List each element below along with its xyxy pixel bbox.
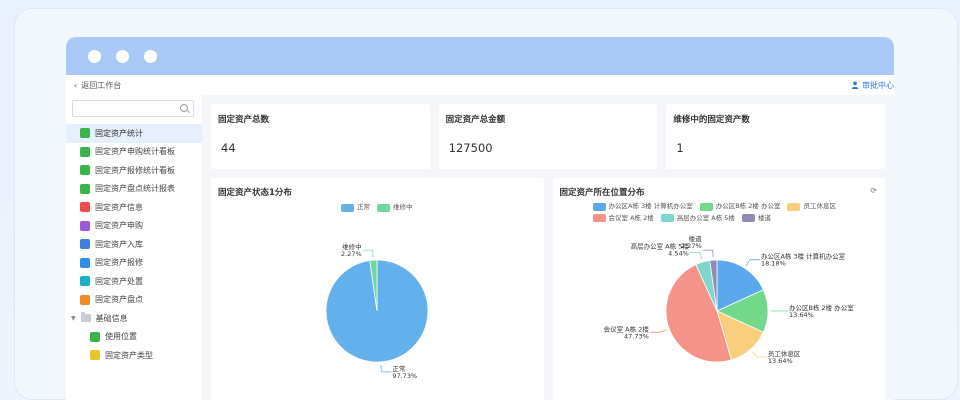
sidebar: 固定资产统计 固定资产申购统计看板 固定资产报修统计看板 固定资产盘点统计报表 固定资产… xyxy=(66,95,202,400)
sidebar-item-label: 固定资产报修 xyxy=(95,258,143,268)
label-leader-line xyxy=(362,249,374,258)
approval-center-label: 审批中心 xyxy=(862,80,894,90)
back-to-workbench-link[interactable]: ‹ 返回工作台 xyxy=(74,80,121,91)
sidebar-item-label: 固定资产盘点统计报表 xyxy=(95,184,175,194)
slice-label-value: 2.27% xyxy=(680,242,701,250)
sidebar-item-label: 固定资产盘点 xyxy=(95,295,143,305)
main-content: 固定资产总数 44 固定资产总金额 127500 维修中的固定资产数 1 固定资… xyxy=(202,95,894,400)
app-window: ‹ 返回工作台 审批中心 固定资产统计 固定资产申购统计看板 固定资产报修统计看板固… xyxy=(66,37,894,400)
slice-label-value: 18.18% xyxy=(760,260,785,268)
menu-item-icon xyxy=(90,350,100,361)
chart-title: 固定资产所在位置分布 xyxy=(559,188,645,198)
label-leader-line xyxy=(745,259,760,266)
label-leader-line xyxy=(380,364,392,373)
sidebar-subitem[interactable]: 使用位置 xyxy=(66,328,202,347)
sidebar-item[interactable]: 固定资产处置 xyxy=(66,272,202,291)
location-pie-chart: 办公区A栋 3楼 计算机办公室18.18%办公区B栋 2楼 办公室13.64%员… xyxy=(603,234,854,365)
menu-item-icon xyxy=(80,239,90,250)
sidebar-menu: 固定资产统计固定资产申购统计看板 固定资产报修统计看板 固定资产盘点统计报表 固定资产… xyxy=(66,124,202,309)
sidebar-item-label: 固定资产统计 xyxy=(95,128,143,138)
location-chart-card: 固定资产所在位置分布 ⟳ 办公区A栋 3楼 计算机办公室 办公区B栋 2楼 办公室… xyxy=(552,178,885,400)
sidebar-item-label: 固定资产申购统计看板 xyxy=(95,147,175,157)
stat-title: 固定资产总数 xyxy=(218,115,270,125)
sidebar-item-label: 固定资产类型 xyxy=(105,350,153,360)
sidebar-item-label: 固定资产申购 xyxy=(95,221,143,231)
stats-row: 固定资产总数 44 固定资产总金额 127500 维修中的固定资产数 1 xyxy=(211,104,886,169)
caret-down-icon: ▼ xyxy=(71,314,76,322)
slice-label-value: 13.64% xyxy=(789,311,814,319)
sidebar-item-label: 固定资产处置 xyxy=(95,276,143,286)
stat-value: 127500 xyxy=(448,141,493,155)
sidebar-subitem[interactable]: 固定资产类型 xyxy=(66,346,202,365)
stat-title: 维修中的固定资产数 xyxy=(673,115,750,125)
sidebar-search-input[interactable] xyxy=(72,100,194,117)
top-nav: ‹ 返回工作台 审批中心 xyxy=(66,75,894,95)
window-titlebar xyxy=(66,37,894,75)
menu-item-icon xyxy=(80,128,90,139)
search-icon xyxy=(180,104,188,112)
back-label: 返回工作台 xyxy=(81,80,122,90)
sidebar-item[interactable]: 固定资产入库 xyxy=(66,235,202,254)
sidebar-item[interactable]: 固定资产信息 xyxy=(66,198,202,217)
folder-label: 基础信息 xyxy=(95,313,128,323)
menu-item-icon xyxy=(80,146,90,157)
stat-title: 固定资产总金额 xyxy=(445,115,506,125)
slice-label-value: 2.27% xyxy=(341,250,362,258)
sidebar-submenu: 使用位置固定资产类型 xyxy=(66,328,202,365)
status-pie-chart: 正常97.73%维修中2.27% xyxy=(325,242,429,380)
chevron-left-icon: ‹ xyxy=(74,80,78,90)
charts-row: 固定资产状态1分布 正常 维修中 正常 97.73% 维修中 2.27% 固定资产所在位… xyxy=(211,178,885,400)
sidebar-item[interactable]: 固定资产报修 xyxy=(66,254,202,273)
label-leader-line xyxy=(689,252,702,260)
menu-item-icon xyxy=(80,165,90,176)
window-dot xyxy=(88,49,101,63)
menu-item-icon xyxy=(80,183,90,194)
menu-item-icon xyxy=(80,257,90,268)
sidebar-folder-basic-info[interactable]: ▼ 基础信息 xyxy=(66,309,202,328)
label-leader-line xyxy=(751,351,767,358)
slice-label-value: 47.73% xyxy=(624,332,649,340)
sidebar-item-label: 固定资产入库 xyxy=(95,239,143,249)
refresh-icon[interactable]: ⟳ xyxy=(870,186,877,195)
sidebar-item[interactable]: 固定资产盘点统计报表 xyxy=(66,180,202,199)
window-dot xyxy=(116,49,129,63)
menu-item-icon xyxy=(90,331,100,342)
stat-card-under-repair: 维修中的固定资产数 1 xyxy=(666,104,886,169)
sidebar-item[interactable]: 固定资产报修统计看板 xyxy=(66,161,202,180)
status-chart-card: 固定资产状态1分布 正常 维修中 正常 97.73% 维修中 2.27% xyxy=(211,178,544,400)
content-layout: 固定资产统计 固定资产申购统计看板 固定资产报修统计看板 固定资产盘点统计报表 固定资产… xyxy=(66,95,894,400)
menu-item-icon xyxy=(80,220,90,231)
sidebar-item[interactable]: 固定资产盘点 xyxy=(66,291,202,310)
sidebar-item[interactable]: 固定资产申购统计看板 xyxy=(66,143,202,162)
menu-item-icon xyxy=(80,202,90,213)
folder-icon xyxy=(80,312,91,323)
stat-card-total-amount: 固定资产总金额 127500 xyxy=(438,104,658,169)
slice-label-value: 97.73% xyxy=(392,372,417,380)
sidebar-item-label: 固定资产信息 xyxy=(95,202,143,212)
slice-label-value: 4.54% xyxy=(668,249,689,257)
stat-card-total-count: 固定资产总数 44 xyxy=(211,104,430,169)
stat-value: 44 xyxy=(221,141,236,155)
window-dot xyxy=(144,49,157,63)
stat-value: 1 xyxy=(676,141,684,155)
sidebar-item-label: 固定资产报修统计看板 xyxy=(95,165,175,175)
sidebar-item-label: 使用位置 xyxy=(105,332,137,342)
slice-label-value: 13.64% xyxy=(767,357,792,365)
menu-item-icon xyxy=(80,294,90,305)
sidebar-item[interactable]: 固定资产申购 xyxy=(66,217,202,236)
label-leader-line xyxy=(649,329,667,333)
chart-title: 固定资产状态1分布 xyxy=(218,188,292,198)
menu-item-icon xyxy=(80,276,90,287)
label-leader-line xyxy=(702,249,714,258)
user-icon xyxy=(851,81,859,89)
approval-center-link[interactable]: 审批中心 xyxy=(851,80,894,91)
sidebar-item[interactable]: 固定资产统计 xyxy=(66,124,202,143)
